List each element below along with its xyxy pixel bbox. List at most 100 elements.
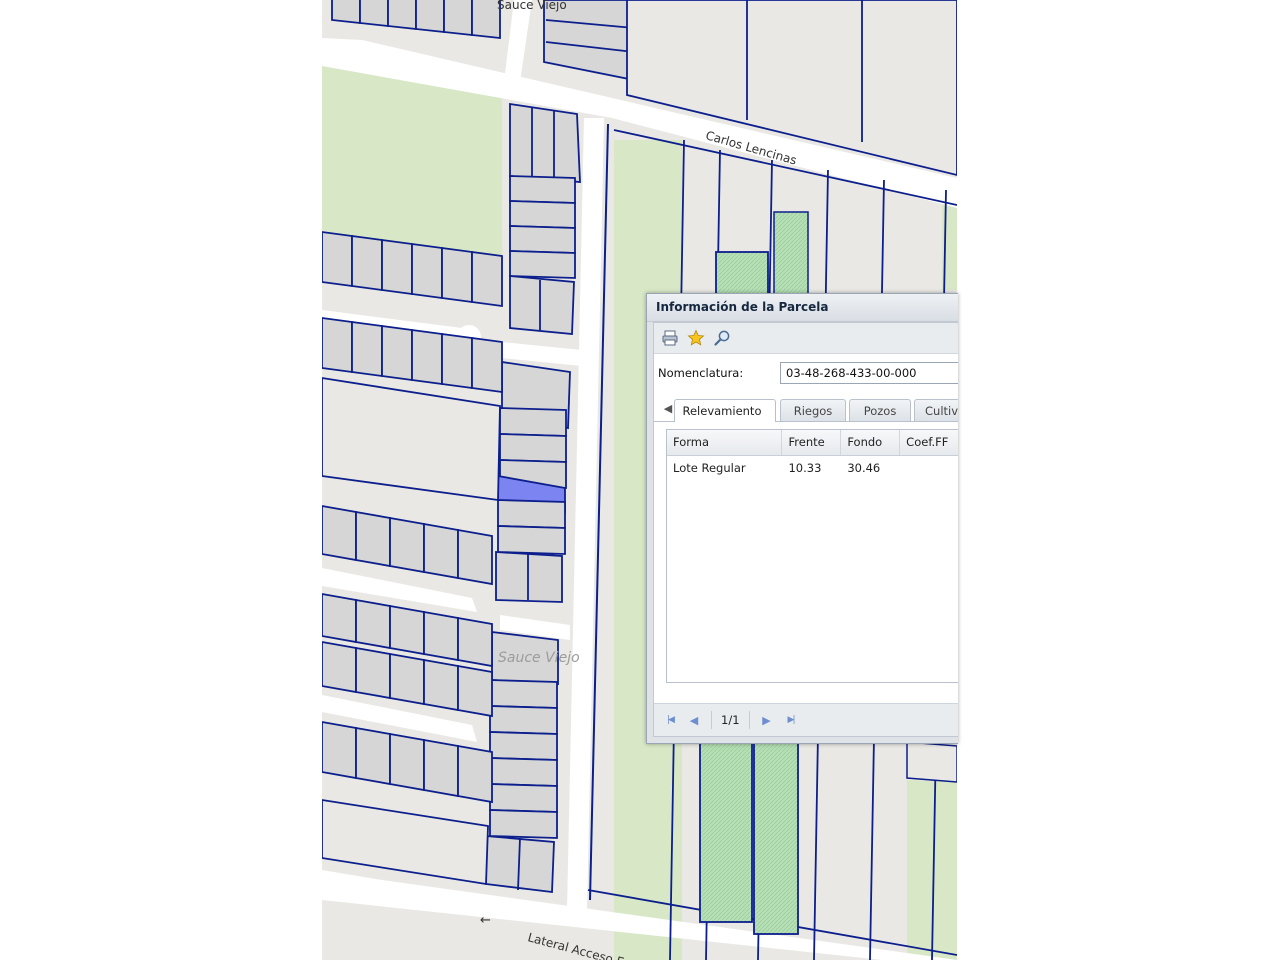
parcel-lot[interactable] bbox=[509, 225, 576, 254]
parcel-lot[interactable] bbox=[497, 525, 566, 555]
parcel-lot[interactable] bbox=[457, 744, 493, 804]
page-indicator: 1/1 bbox=[721, 713, 740, 727]
window-title[interactable]: Información de la Parcela bbox=[647, 294, 958, 322]
nomenclatura-row: Nomenclatura: 03-48-268-433-00-000 bbox=[658, 361, 958, 385]
parcel-lot[interactable] bbox=[457, 664, 493, 718]
parcel-lot[interactable] bbox=[423, 522, 459, 580]
tab-pozos[interactable]: Pozos bbox=[849, 399, 911, 421]
parcel-lot[interactable] bbox=[423, 610, 459, 662]
parcel-lot[interactable] bbox=[509, 102, 581, 183]
parcel-lot[interactable] bbox=[441, 332, 473, 390]
parcel-lot[interactable] bbox=[489, 809, 558, 839]
parcel-lot[interactable] bbox=[489, 679, 558, 709]
table-row[interactable]: Lote Regular 10.33 30.46 bbox=[667, 456, 958, 481]
parcel-lot[interactable] bbox=[322, 593, 357, 644]
parcel-lot[interactable] bbox=[489, 731, 558, 761]
parcel-lot[interactable] bbox=[411, 242, 443, 300]
parcel-lot[interactable] bbox=[495, 551, 563, 603]
parcel-lot[interactable] bbox=[355, 598, 391, 650]
nomenclatura-label: Nomenclatura: bbox=[658, 366, 744, 380]
parcel-lot[interactable] bbox=[489, 757, 558, 787]
parcel-lot[interactable] bbox=[906, 741, 957, 783]
parcel-lot[interactable] bbox=[457, 528, 493, 586]
parcel-lot[interactable] bbox=[322, 505, 357, 562]
parcel-lot[interactable] bbox=[389, 604, 425, 656]
parcel-lot[interactable] bbox=[443, 0, 473, 37]
column-header-fondo[interactable]: Fondo bbox=[841, 430, 901, 455]
print-icon bbox=[662, 330, 678, 346]
parcel-lot[interactable] bbox=[389, 732, 425, 792]
parcel-lot[interactable] bbox=[351, 234, 383, 292]
favorite-button[interactable] bbox=[686, 328, 706, 348]
column-header-frente[interactable]: Frente bbox=[782, 430, 842, 455]
parcel-lot[interactable] bbox=[489, 783, 558, 813]
tab-cultivos[interactable]: Cultiv bbox=[914, 399, 958, 421]
parcel-lot[interactable] bbox=[471, 250, 503, 308]
place-label-sauce-viejo: Sauce Viejo bbox=[498, 650, 580, 666]
pager-separator bbox=[711, 711, 712, 729]
parcel-lot[interactable] bbox=[471, 336, 503, 394]
pager: |◀ ◀ 1/1 ▶ ▶| bbox=[654, 703, 958, 736]
direction-arrow-icon: ← bbox=[480, 913, 491, 928]
column-header-coef-ff[interactable]: Coef.FF bbox=[900, 430, 958, 455]
grid-header: Forma Frente Fondo Coef.FF bbox=[667, 430, 958, 456]
street-label-sauce-viejo: Sauce Viejo bbox=[497, 0, 567, 12]
parcel-lot[interactable] bbox=[423, 658, 459, 712]
column-header-forma[interactable]: Forma bbox=[667, 430, 783, 455]
parcel-lot[interactable] bbox=[457, 616, 493, 668]
star-icon bbox=[687, 329, 705, 346]
parcel-lot-green[interactable] bbox=[699, 741, 753, 923]
parcel-lot[interactable] bbox=[411, 328, 443, 386]
parcel-lot-green[interactable] bbox=[773, 211, 809, 295]
window-body: Nomenclatura: 03-48-268-433-00-000 ◀ Rel… bbox=[653, 322, 958, 737]
magnifier-icon bbox=[714, 330, 730, 346]
parcel-lot[interactable] bbox=[389, 652, 425, 706]
first-page-button[interactable]: |◀ bbox=[660, 710, 680, 730]
nomenclatura-field[interactable]: 03-48-268-433-00-000 bbox=[780, 362, 958, 384]
tab-strip: ◀ Relevamiento Riegos Pozos Cultiv bbox=[654, 395, 958, 422]
next-page-button[interactable]: ▶ bbox=[757, 710, 777, 730]
parcel-lot[interactable] bbox=[322, 641, 357, 694]
parcel-lot[interactable] bbox=[381, 238, 413, 296]
previous-page-button[interactable]: ◀ bbox=[684, 710, 704, 730]
pager-separator bbox=[748, 711, 750, 729]
parcel-lot[interactable] bbox=[381, 324, 413, 382]
parcel-lot[interactable] bbox=[509, 250, 576, 279]
parcel-lot[interactable] bbox=[509, 275, 575, 335]
tab-relevamiento[interactable]: Relevamiento bbox=[674, 399, 776, 422]
last-page-button[interactable]: ▶| bbox=[781, 710, 801, 730]
parcel-lot[interactable] bbox=[331, 0, 361, 25]
parcel-lot-green[interactable] bbox=[715, 251, 769, 295]
parcel-lot[interactable] bbox=[509, 200, 576, 229]
parcel-lot[interactable] bbox=[355, 510, 391, 568]
zoom-button[interactable] bbox=[712, 328, 732, 348]
cell-fondo: 30.46 bbox=[847, 461, 881, 475]
cell-frente: 10.33 bbox=[788, 461, 822, 475]
parcel-lot[interactable] bbox=[322, 317, 353, 374]
parcel-lot[interactable] bbox=[423, 738, 459, 798]
parcel-lot[interactable] bbox=[387, 0, 417, 31]
window-toolbar bbox=[654, 323, 958, 354]
parcel-lot[interactable] bbox=[415, 0, 445, 34]
print-button[interactable] bbox=[660, 328, 680, 348]
parcel-lot[interactable] bbox=[322, 721, 357, 780]
parcel-lot-green[interactable] bbox=[753, 741, 799, 935]
parcel-lot[interactable] bbox=[497, 499, 566, 529]
parcel-lot[interactable] bbox=[355, 726, 391, 786]
parcel-lot[interactable] bbox=[355, 646, 391, 700]
parcel-lot[interactable] bbox=[509, 175, 576, 204]
cell-coef-ff bbox=[900, 456, 958, 481]
parcel-lot[interactable] bbox=[471, 0, 501, 40]
parcel-lot[interactable] bbox=[499, 433, 567, 463]
parcel-lot[interactable] bbox=[351, 320, 383, 378]
parcel-info-window[interactable]: Información de la Parcela Nomenclatura: … bbox=[646, 293, 958, 744]
parcel-lot[interactable] bbox=[441, 246, 473, 304]
parcel-lot[interactable] bbox=[389, 516, 425, 574]
cell-forma: Lote Regular bbox=[673, 461, 746, 475]
parcel-grid[interactable]: Forma Frente Fondo Coef.FF Lote Regular … bbox=[666, 429, 958, 683]
tab-riegos[interactable]: Riegos bbox=[780, 399, 846, 421]
parcel-lot[interactable] bbox=[489, 705, 558, 735]
parcel-lot[interactable] bbox=[322, 231, 353, 288]
parcel-lot[interactable] bbox=[359, 0, 389, 28]
parcel-lot[interactable] bbox=[499, 407, 567, 437]
